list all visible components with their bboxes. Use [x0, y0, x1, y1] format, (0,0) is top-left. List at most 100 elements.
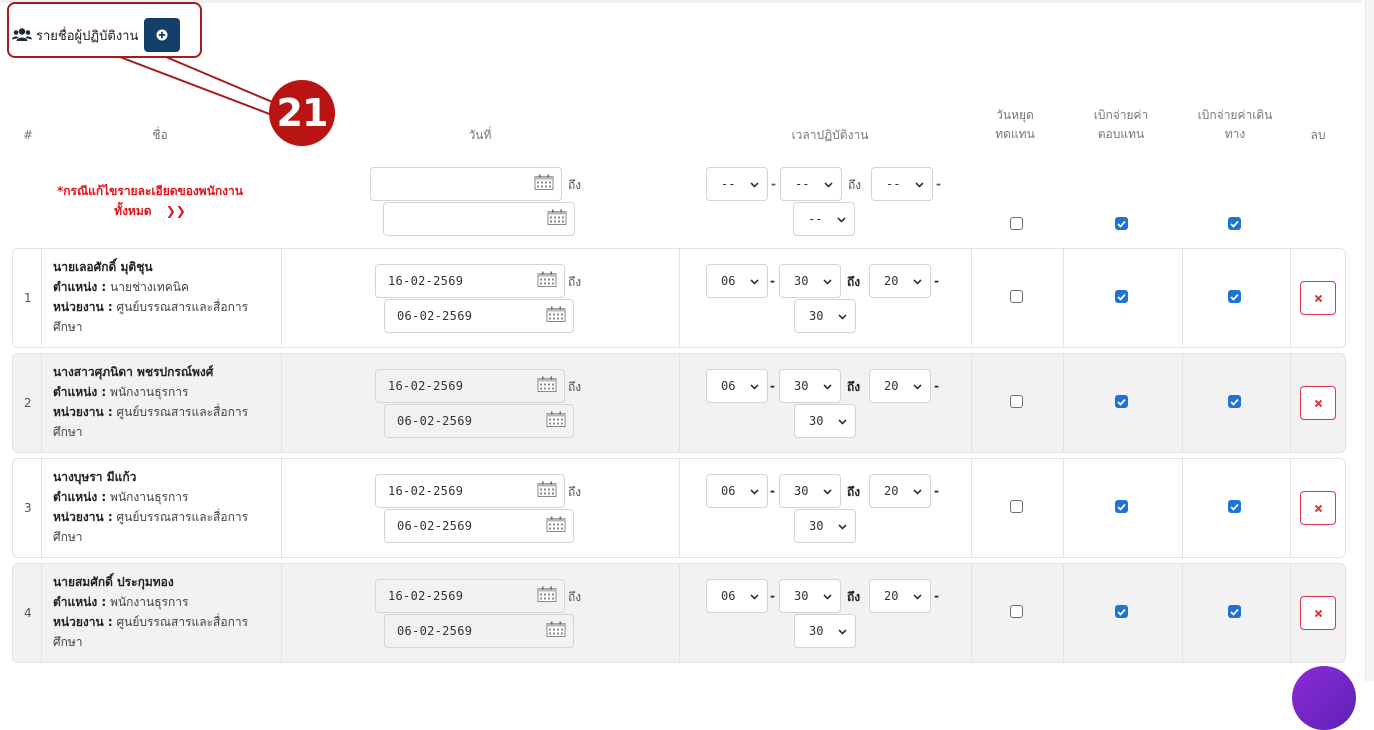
bulk-edit-note: *กรณีแก้ไขรายละเอียดของพนักงาน ทั้งหมด ❯… [40, 181, 260, 221]
start-min-select[interactable]: 30 [779, 474, 841, 508]
time-separator: - [934, 589, 939, 603]
bulk-date-from-input[interactable] [370, 167, 562, 201]
date-to-input[interactable]: 06-02-2569 [384, 299, 574, 333]
cell-divider [41, 564, 42, 662]
time-separator: - [770, 484, 775, 498]
header-holiday-line2: ทดแทน [995, 127, 1035, 141]
chevron-down-icon [913, 274, 922, 288]
end-hour-select[interactable]: 20 [869, 474, 931, 508]
delete-row-button[interactable] [1300, 596, 1336, 630]
date-to-input[interactable]: 06-02-2569 [384, 509, 574, 543]
time-separator: - [771, 177, 776, 191]
calendar-icon[interactable] [537, 586, 557, 606]
position-label: ตำแหน่ง : [53, 490, 107, 504]
date-from-value: 16-02-2569 [388, 484, 464, 498]
end-min-select[interactable]: 30 [794, 404, 856, 438]
bulk-compensation-checkbox[interactable] [1115, 217, 1128, 230]
cell-divider [1182, 564, 1183, 662]
holiday-checkbox[interactable] [1010, 395, 1023, 408]
travel-checkbox[interactable] [1228, 500, 1241, 513]
worker-name: นางสาวศุภนิดา พชรปกรณ์พงศ์ [53, 365, 214, 379]
end-min-value: 30 [809, 519, 824, 533]
time-separator: - [934, 484, 939, 498]
compensation-checkbox[interactable] [1115, 395, 1128, 408]
holiday-checkbox[interactable] [1010, 605, 1023, 618]
chevron-down-icon [823, 274, 832, 288]
delete-row-button[interactable] [1300, 281, 1336, 315]
calendar-icon[interactable] [534, 174, 554, 194]
delete-row-button[interactable] [1300, 386, 1336, 420]
end-min-select[interactable]: 30 [794, 299, 856, 333]
calendar-icon[interactable] [537, 271, 557, 291]
calendar-icon[interactable] [546, 621, 566, 641]
start-min-select[interactable]: 30 [779, 264, 841, 298]
start-hour-value: 06 [721, 589, 736, 603]
worker-unit-cont: ศึกษา [53, 425, 83, 439]
row-number: 4 [24, 606, 32, 620]
date-from-input[interactable]: 16-02-2569 [375, 369, 565, 403]
bulk-date-to-input[interactable] [383, 202, 575, 236]
time-separator: - [770, 274, 775, 288]
travel-checkbox[interactable] [1228, 605, 1241, 618]
floating-action-button[interactable] [1292, 666, 1356, 730]
date-to-input[interactable]: 06-02-2569 [384, 614, 574, 648]
bulk-travel-checkbox[interactable] [1228, 217, 1241, 230]
start-min-select[interactable]: 30 [779, 369, 841, 403]
date-from-input[interactable]: 16-02-2569 [375, 474, 565, 508]
bulk-end-min-select[interactable]: -- [793, 202, 855, 236]
compensation-checkbox[interactable] [1115, 605, 1128, 618]
chevron-down-icon [823, 484, 832, 498]
travel-checkbox[interactable] [1228, 290, 1241, 303]
calendar-icon[interactable] [546, 306, 566, 326]
end-min-select[interactable]: 30 [794, 509, 856, 543]
holiday-checkbox[interactable] [1010, 500, 1023, 513]
date-from-input[interactable]: 16-02-2569 [375, 264, 565, 298]
bulk-holiday-checkbox[interactable] [1010, 217, 1023, 230]
date-to-input[interactable]: 06-02-2569 [384, 404, 574, 438]
calendar-icon[interactable] [546, 516, 566, 536]
scrollbar[interactable] [1365, 0, 1374, 681]
start-hour-select[interactable]: 06 [706, 369, 768, 403]
compensation-checkbox[interactable] [1115, 290, 1128, 303]
cell-divider [679, 249, 680, 347]
bulk-start-min-select[interactable]: -- [780, 167, 842, 201]
bulk-end-hour-select[interactable]: -- [871, 167, 933, 201]
holiday-checkbox[interactable] [1010, 290, 1023, 303]
start-hour-select[interactable]: 06 [706, 474, 768, 508]
end-min-value: 30 [809, 414, 824, 428]
compensation-checkbox[interactable] [1115, 500, 1128, 513]
delete-row-button[interactable] [1300, 491, 1336, 525]
start-hour-select[interactable]: 06 [706, 264, 768, 298]
start-hour-value: 06 [721, 484, 736, 498]
header-compensation: เบิกจ่ายค่า ตอบแทน [1076, 106, 1166, 144]
start-min-value: 30 [794, 589, 809, 603]
date-to-value: 06-02-2569 [397, 309, 473, 323]
end-hour-select[interactable]: 20 [869, 369, 931, 403]
travel-checkbox[interactable] [1228, 395, 1241, 408]
worker-unit: หน่วยงาน : ศูนย์บรรณสารและสื่อการ [53, 402, 283, 422]
position-label: ตำแหน่ง : [53, 280, 107, 294]
end-hour-select[interactable]: 20 [869, 264, 931, 298]
unit-value: ศูนย์บรรณสารและสื่อการ [116, 510, 249, 524]
calendar-icon[interactable] [546, 411, 566, 431]
start-min-select[interactable]: 30 [779, 579, 841, 613]
end-min-select[interactable]: 30 [794, 614, 856, 648]
end-min-value: 30 [809, 624, 824, 638]
bulk-start-hour-select[interactable]: -- [706, 167, 768, 201]
bulk-date-to-label: ถึง [568, 178, 582, 192]
calendar-icon[interactable] [537, 481, 557, 501]
bulk-end-hour-value: -- [886, 177, 901, 191]
date-to-label: ถึง [568, 380, 582, 394]
row-number: 2 [24, 396, 32, 410]
chevron-down-icon [838, 624, 847, 638]
end-hour-select[interactable]: 20 [869, 579, 931, 613]
unit-label: หน่วยงาน : [53, 510, 113, 524]
calendar-icon[interactable] [537, 376, 557, 396]
cell-divider [1290, 354, 1291, 452]
start-hour-select[interactable]: 06 [706, 579, 768, 613]
date-from-input[interactable]: 16-02-2569 [375, 579, 565, 613]
cell-divider [971, 249, 972, 347]
close-icon [1314, 609, 1323, 618]
bulk-start-hour-value: -- [721, 177, 736, 191]
calendar-icon[interactable] [547, 209, 567, 229]
